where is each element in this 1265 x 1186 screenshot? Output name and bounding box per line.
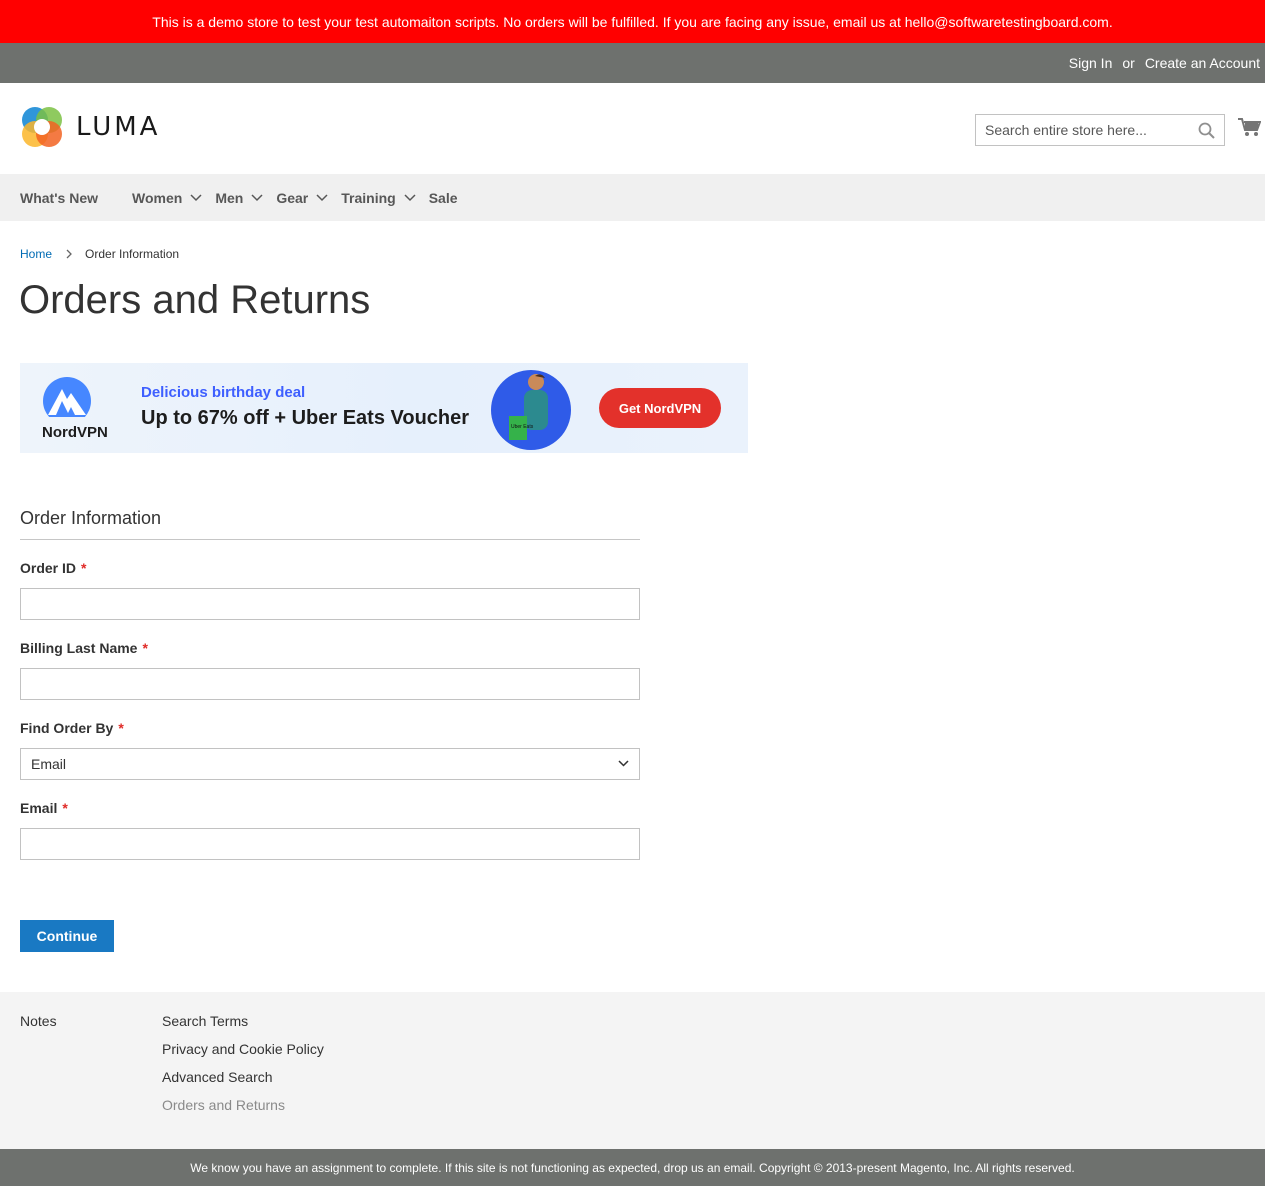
- required-mark: *: [142, 640, 148, 656]
- find-order-by-select[interactable]: Email: [20, 748, 640, 780]
- ad-person-image: Uber Eats: [491, 370, 571, 450]
- nav-item-label: What's New: [20, 189, 99, 206]
- nav-item-women[interactable]: Women: [132, 189, 202, 206]
- find-order-by-field: Find Order By * Email: [20, 720, 640, 780]
- footer-link-advanced-search[interactable]: Advanced Search: [162, 1069, 324, 1097]
- order-id-label: Order ID *: [20, 560, 640, 580]
- email-input[interactable]: [20, 828, 640, 860]
- nav-item-gear[interactable]: Gear: [276, 189, 328, 206]
- chevron-down-icon: [251, 193, 263, 201]
- footer-link-search-terms[interactable]: Search Terms: [162, 1013, 324, 1041]
- ad-headline: Up to 67% off + Uber Eats Voucher: [141, 407, 470, 429]
- footer-notes-link[interactable]: Notes: [20, 1013, 57, 1029]
- chevron-down-icon: [190, 193, 202, 201]
- header-top-bar: Sign In or Create an Account: [0, 43, 1265, 83]
- form-legend: Order Information: [20, 508, 640, 540]
- get-nordvpn-button[interactable]: Get NordVPN: [599, 388, 721, 428]
- nav-item-label: Training: [341, 189, 396, 206]
- find-order-by-label: Find Order By *: [20, 720, 640, 740]
- ad-subtitle: Delicious birthday deal: [141, 384, 306, 401]
- demo-banner-text: This is a demo store to test your test a…: [152, 13, 1113, 30]
- copyright-bar: We know you have an assignment to comple…: [0, 1149, 1265, 1186]
- breadcrumb-home-link[interactable]: Home: [20, 247, 52, 261]
- nav-item-training[interactable]: Training: [341, 189, 416, 206]
- form-legend-text: Order Information: [20, 508, 162, 528]
- nav-item-men[interactable]: Men: [215, 189, 263, 206]
- nav-item-sale[interactable]: Sale: [429, 190, 458, 206]
- order-id-input[interactable]: [20, 588, 640, 620]
- chevron-right-icon: [66, 249, 72, 259]
- luma-logo-icon: [22, 107, 62, 147]
- search-icon[interactable]: [1198, 122, 1215, 139]
- logo-text: LUMA: [76, 112, 161, 142]
- or-separator: or: [1122, 55, 1135, 71]
- continue-button[interactable]: Continue: [20, 920, 114, 952]
- email-label: Email *: [20, 800, 640, 820]
- continue-button-label: Continue: [36, 928, 98, 944]
- site-footer: Notes Search Terms Privacy and Cookie Po…: [0, 992, 1265, 1149]
- page-title: Orders and Returns: [19, 278, 371, 322]
- footer-link-privacy[interactable]: Privacy and Cookie Policy: [162, 1041, 324, 1069]
- order-id-field: Order ID *: [20, 560, 640, 620]
- required-mark: *: [118, 720, 124, 736]
- email-field: Email *: [20, 800, 640, 860]
- nav-item-label: Women: [132, 189, 183, 206]
- breadcrumb: Home Order Information: [20, 247, 179, 261]
- create-account-link[interactable]: Create an Account: [1145, 55, 1260, 71]
- nav-item-label: Gear: [276, 189, 309, 206]
- billing-last-name-field: Billing Last Name *: [20, 640, 640, 700]
- cart-icon[interactable]: [1238, 117, 1261, 138]
- nordvpn-logo-icon: [43, 377, 91, 417]
- nordvpn-ad-banner[interactable]: NordVPN Delicious birthday deal Up to 67…: [20, 363, 748, 453]
- search-box[interactable]: [975, 114, 1225, 146]
- billing-last-name-input[interactable]: [20, 668, 640, 700]
- field-label: Email: [20, 800, 58, 816]
- required-mark: *: [81, 560, 87, 576]
- chevron-down-icon: [316, 193, 328, 201]
- nav-item-whats-new[interactable]: What's New: [20, 190, 98, 206]
- nav-item-label: Sale: [428, 189, 458, 206]
- site-header: LUMA: [0, 83, 1265, 174]
- luma-logo[interactable]: LUMA: [20, 105, 160, 149]
- chevron-down-icon: [404, 193, 416, 201]
- required-mark: *: [62, 800, 68, 816]
- footer-link-orders-returns: Orders and Returns: [162, 1097, 285, 1113]
- ad-cta-label: Get NordVPN: [618, 400, 702, 416]
- copyright-text: We know you have an assignment to comple…: [190, 1160, 1075, 1175]
- footer-links: Search Terms Privacy and Cookie Policy A…: [162, 1013, 324, 1125]
- search-input[interactable]: [976, 115, 1191, 145]
- chevron-down-icon: [618, 760, 629, 767]
- field-label: Find Order By: [20, 720, 114, 736]
- demo-store-banner: This is a demo store to test your test a…: [0, 0, 1265, 43]
- ad-image-text: Uber Eats: [511, 424, 534, 430]
- field-label: Order ID: [20, 560, 77, 576]
- billing-last-name-label: Billing Last Name *: [20, 640, 640, 660]
- field-label: Billing Last Name: [20, 640, 138, 656]
- ad-brand: NordVPN: [42, 424, 108, 441]
- nav-item-label: Men: [215, 189, 244, 206]
- breadcrumb-current: Order Information: [85, 247, 180, 261]
- sign-in-link[interactable]: Sign In: [1069, 55, 1113, 71]
- main-navigation: What's New Women Men Gear Training Sale: [0, 174, 1265, 221]
- select-value: Email: [31, 756, 67, 772]
